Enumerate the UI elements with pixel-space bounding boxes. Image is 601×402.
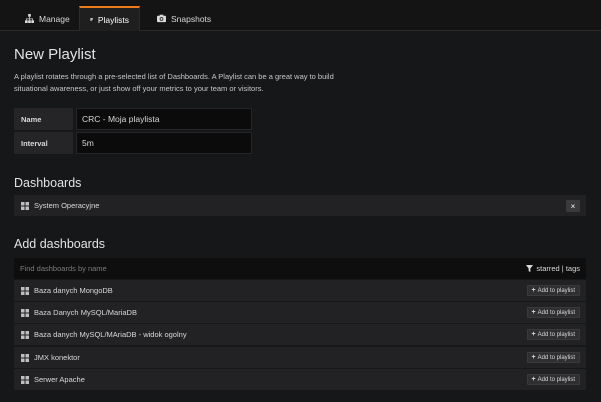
add-to-playlist-button[interactable]: + Add to playlist	[526, 374, 580, 385]
playlist-dashboard-label: System Operacyjne	[34, 201, 100, 210]
page-description: A playlist rotates through a pre-selecte…	[14, 71, 374, 95]
add-dashboard-row: Baza danych MongoDB + Add to playlist	[14, 280, 586, 301]
interval-input[interactable]	[76, 132, 252, 154]
add-dashboard-label: JMX konektor	[34, 353, 80, 362]
name-input[interactable]	[76, 108, 252, 130]
add-to-playlist-button[interactable]: + Add to playlist	[526, 285, 580, 296]
filter-icon	[526, 265, 534, 272]
name-label: Name	[14, 108, 73, 130]
tab-bar: Manage Playlists Snapshots	[0, 0, 601, 31]
dashboard-search-bar: starred | tags	[14, 258, 586, 279]
plus-icon: +	[531, 287, 536, 294]
page-title: New Playlist	[14, 46, 96, 63]
sitemap-icon	[25, 14, 34, 23]
add-to-playlist-label: Add to playlist	[537, 354, 575, 361]
add-to-playlist-button[interactable]: + Add to playlist	[526, 329, 580, 340]
add-dashboard-row: Baza Danych MySQL/MariaDB + Add to playlis…	[14, 302, 586, 323]
tab-manage-label: Manage	[39, 13, 70, 24]
add-to-playlist-label: Add to playlist	[537, 376, 575, 383]
dashboards-title: Dashboards	[14, 176, 82, 190]
dashboard-search-input[interactable]	[14, 258, 494, 279]
tab-snapshots[interactable]: Snapshots	[147, 6, 221, 31]
remove-dashboard-button[interactable]: ×	[566, 200, 580, 212]
description-line-2: situational awareness, or just show off …	[14, 84, 264, 93]
add-to-playlist-label: Add to playlist	[537, 309, 575, 316]
add-dashboard-row: Serwer Apache + Add to playlist	[14, 369, 586, 390]
add-to-playlist-label: Add to playlist	[537, 331, 575, 338]
dashboard-grid-icon	[21, 375, 29, 384]
plus-icon: +	[531, 331, 536, 338]
camera-icon	[157, 14, 166, 23]
add-dashboard-row: Baza danych MySQL/MAriaDB - widok ogolny…	[14, 324, 586, 345]
interval-label: Interval	[14, 132, 73, 154]
starred-tags-filter[interactable]: starred | tags	[526, 258, 580, 279]
playlist-icon	[90, 18, 93, 21]
plus-icon: +	[531, 376, 536, 383]
add-dashboard-row: JMX konektor + Add to playlist	[14, 347, 586, 368]
filter-label: starred | tags	[536, 264, 580, 273]
add-dashboard-label: Baza Danych MySQL/MariaDB	[34, 308, 137, 317]
dashboard-grid-icon	[21, 330, 29, 339]
tab-playlists-label: Playlists	[97, 14, 129, 25]
playlist-dashboard-row: System Operacyjne ×	[14, 195, 586, 216]
tab-playlists[interactable]: Playlists	[79, 6, 140, 31]
close-icon: ×	[570, 201, 576, 211]
dashboard-grid-icon	[21, 286, 29, 295]
plus-icon: +	[531, 354, 536, 361]
plus-icon: +	[531, 309, 536, 316]
description-line-1: A playlist rotates through a pre-selecte…	[14, 72, 334, 81]
tab-snapshots-label: Snapshots	[171, 13, 212, 24]
add-dashboard-label: Baza danych MySQL/MAriaDB - widok ogolny	[34, 330, 187, 339]
add-dashboards-title: Add dashboards	[14, 237, 106, 251]
add-to-playlist-label: Add to playlist	[537, 287, 575, 294]
add-dashboard-label: Serwer Apache	[34, 375, 85, 384]
add-to-playlist-button[interactable]: + Add to playlist	[526, 352, 580, 363]
dashboard-grid-icon	[21, 308, 29, 317]
dashboard-grid-icon	[21, 353, 29, 362]
tab-manage[interactable]: Manage	[15, 6, 80, 31]
add-dashboard-label: Baza danych MongoDB	[34, 286, 113, 295]
add-to-playlist-button[interactable]: + Add to playlist	[526, 307, 580, 318]
dashboard-grid-icon	[21, 201, 29, 210]
